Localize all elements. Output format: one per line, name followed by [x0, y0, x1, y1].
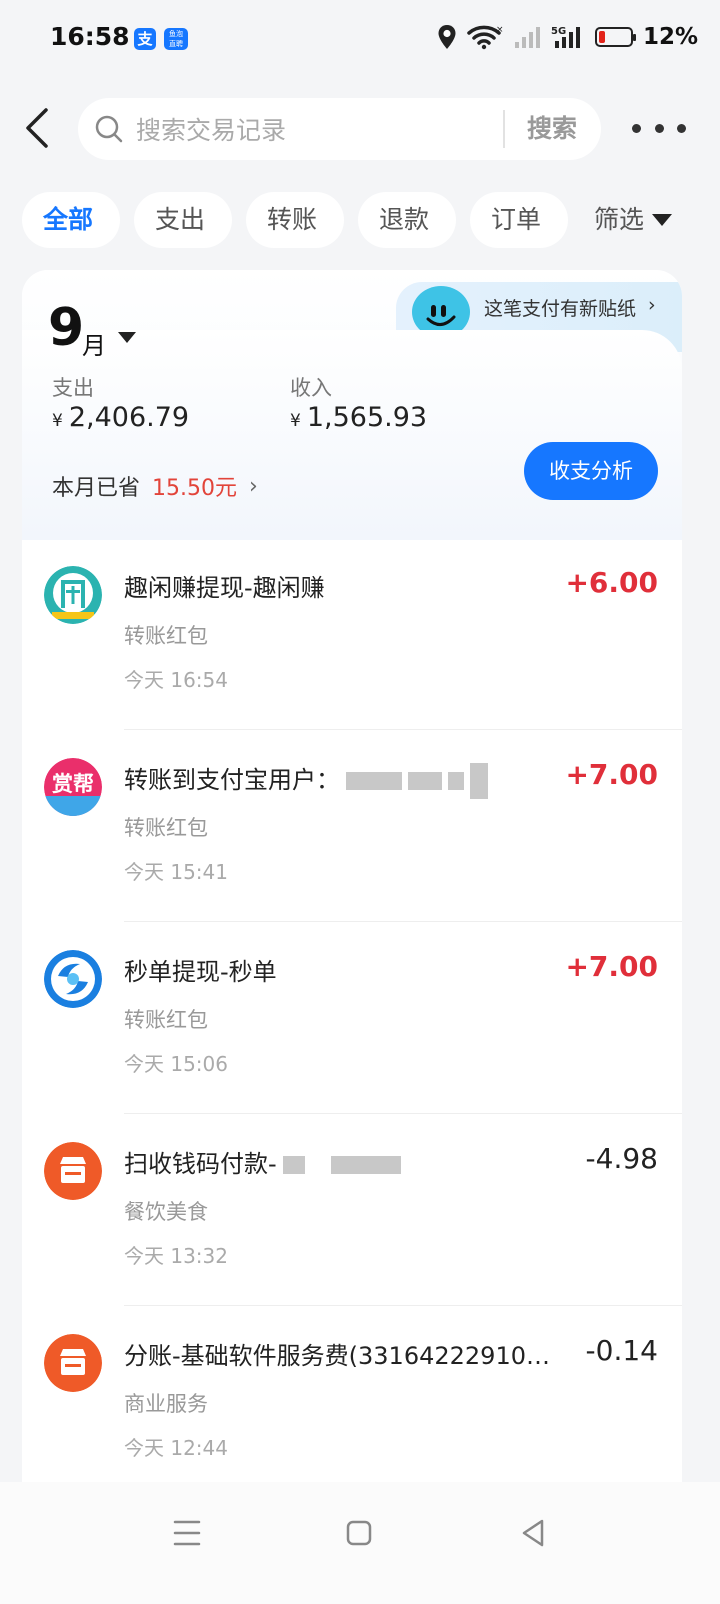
- transaction-time: 今天 13:32: [124, 1244, 228, 1268]
- transactions-card: 这笔支付有新贴纸 › 9 月 支出 收入 ¥2,406.79 ¥1,565.93…: [22, 270, 682, 1510]
- alipay-notification-icon: 支: [134, 28, 156, 50]
- transaction-title: 分账-基础软件服务费(331642229102...: [124, 1342, 564, 1370]
- chevron-right-icon: ›: [249, 473, 258, 499]
- transaction-amount: +7.00: [565, 950, 658, 983]
- transaction-title: 扫收钱码付款-: [124, 1144, 564, 1179]
- redacted-text: [448, 772, 464, 790]
- transaction-row[interactable]: 趣闲赚提现-趣闲赚 +6.00 转账红包 今天 16:54: [22, 538, 682, 730]
- expense-value: 2,406.79: [68, 402, 190, 433]
- search-button[interactable]: 搜索: [506, 98, 598, 160]
- qxz-app-icon: [44, 566, 102, 624]
- transaction-time: 今天 15:06: [124, 1052, 228, 1076]
- saved-amount: 15.50元: [152, 476, 237, 501]
- more-dot-icon: [632, 123, 641, 133]
- more-options-button[interactable]: [632, 110, 686, 146]
- transaction-row[interactable]: 分账-基础软件服务费(331642229102... -0.14 商业服务 今天…: [22, 1306, 682, 1498]
- sticker-banner-text[interactable]: 这笔支付有新贴纸: [484, 294, 636, 321]
- nav-back-icon[interactable]: [520, 1518, 546, 1548]
- summary-background: [22, 330, 682, 540]
- tab-transfer[interactable]: 转账: [246, 192, 344, 248]
- redacted-text: [282, 1156, 305, 1174]
- yupao-notification-icon: 鱼泡 直聘: [164, 28, 188, 50]
- svg-text:×: ×: [496, 25, 503, 35]
- wifi-icon: ×: [467, 25, 503, 50]
- tab-orders[interactable]: 订单: [470, 192, 568, 248]
- more-dot-icon: [677, 123, 686, 133]
- saved-label: 本月已省: [52, 476, 141, 501]
- redacted-text: [346, 772, 402, 790]
- transaction-category: 商业服务: [124, 1392, 208, 1416]
- transaction-category: 转账红包: [124, 624, 208, 648]
- redacted-text: [408, 772, 442, 790]
- transaction-title: 转账到支付宝用户：: [124, 760, 564, 799]
- month-dropdown-icon[interactable]: [118, 332, 136, 343]
- signal-empty-icon: [514, 27, 540, 48]
- status-icons: × 5G 12%: [437, 24, 698, 50]
- store-icon: [44, 1142, 102, 1200]
- transaction-title: 趣闲赚提现-趣闲赚: [124, 574, 325, 602]
- recent-apps-icon[interactable]: [173, 1518, 201, 1548]
- battery-icon: [594, 27, 636, 47]
- location-icon: [438, 25, 456, 49]
- currency-symbol: ¥: [290, 411, 301, 431]
- transaction-category: 餐饮美食: [124, 1200, 208, 1224]
- filter-tabs: 全部 支出 转账 退款 订单: [22, 192, 568, 248]
- filter-button[interactable]: 筛选: [594, 192, 673, 248]
- transaction-row[interactable]: 秒单提现-秒单 +7.00 转账红包 今天 15:06: [22, 922, 682, 1114]
- svg-text:5G: 5G: [551, 26, 566, 37]
- tab-expense[interactable]: 支出: [134, 192, 232, 248]
- chevron-right-icon: ›: [648, 294, 656, 316]
- transaction-title-text: 扫收钱码付款-: [124, 1150, 277, 1178]
- tab-all[interactable]: 全部: [22, 192, 120, 248]
- signal-5g-icon: 5G: [551, 26, 580, 48]
- transaction-time: 今天 15:41: [124, 860, 228, 884]
- caret-down-icon: [652, 214, 673, 226]
- chevron-left-icon: [26, 108, 48, 148]
- battery-text: 12%: [642, 24, 698, 50]
- transaction-amount: +6.00: [565, 566, 658, 599]
- transaction-amount: +7.00: [565, 758, 658, 791]
- redacted-text: [330, 1156, 401, 1174]
- svg-text:赏帮: 赏帮: [52, 772, 94, 796]
- expense-label: 支出: [52, 376, 94, 400]
- transaction-title-text: 转账到支付宝用户：: [124, 766, 340, 794]
- system-nav-bar: [0, 1482, 720, 1604]
- store-icon: [44, 1334, 102, 1392]
- search-input[interactable]: [134, 98, 498, 162]
- month-unit[interactable]: 月: [82, 326, 106, 361]
- income-total: ¥1,565.93: [290, 402, 427, 433]
- transaction-title: 秒单提现-秒单: [124, 958, 277, 986]
- transaction-category: 转账红包: [124, 1008, 208, 1032]
- redacted-text: [470, 763, 488, 799]
- monthly-savings[interactable]: 本月已省 15.50元 ›: [52, 470, 258, 502]
- monthly-summary: 这笔支付有新贴纸 › 9 月 支出 收入 ¥2,406.79 ¥1,565.93…: [22, 270, 682, 540]
- transaction-amount: -0.14: [585, 1334, 658, 1367]
- transaction-category: 转账红包: [124, 816, 208, 840]
- transaction-amount: -4.98: [585, 1142, 658, 1175]
- transaction-row[interactable]: 赏帮 转账到支付宝用户： +7.00 转账红包 今天 15:41: [22, 730, 682, 922]
- back-button[interactable]: [22, 106, 62, 150]
- expense-total: ¥2,406.79: [52, 402, 189, 433]
- income-value: 1,565.93: [306, 402, 428, 433]
- transaction-row[interactable]: 扫收钱码付款- -4.98 餐饮美食 今天 13:32: [22, 1114, 682, 1306]
- currency-symbol: ¥: [52, 411, 63, 431]
- transaction-time: 今天 16:54: [124, 668, 228, 692]
- search-icon: [95, 115, 123, 143]
- miaodan-app-icon: [44, 950, 102, 1008]
- filter-label: 筛选: [594, 205, 645, 234]
- analysis-button[interactable]: 收支分析: [524, 442, 658, 500]
- more-dot-icon: [654, 123, 664, 133]
- search-divider: [503, 110, 505, 148]
- shangbang-app-icon: 赏帮: [44, 758, 102, 816]
- search-bar[interactable]: 搜索: [78, 98, 601, 162]
- tab-refund[interactable]: 退款: [358, 192, 456, 248]
- income-label: 收入: [290, 376, 332, 400]
- transaction-time: 今天 12:44: [124, 1436, 228, 1460]
- home-icon[interactable]: [346, 1520, 372, 1546]
- status-time: 16:58: [50, 22, 130, 51]
- month-number[interactable]: 9: [48, 300, 84, 356]
